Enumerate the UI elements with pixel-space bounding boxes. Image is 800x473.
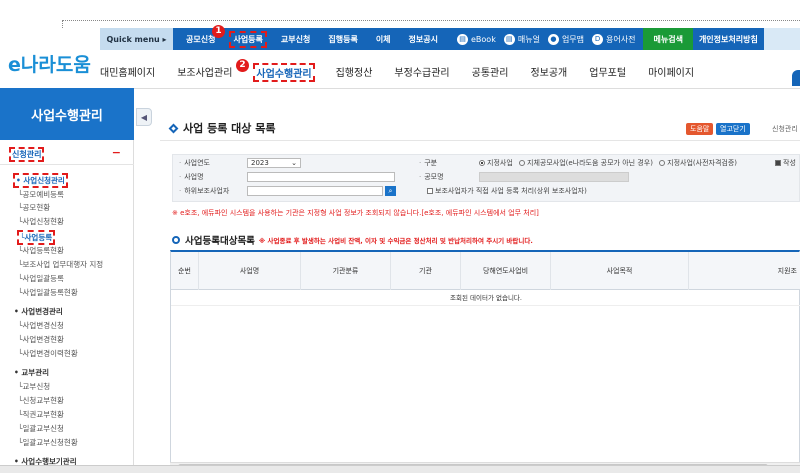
quick-link-transfer[interactable]: 이체 <box>376 34 391 45</box>
quick-link-disclosure[interactable]: 정보공시 <box>409 34 438 45</box>
privacy-policy-link[interactable]: 개인정보처리방침 <box>692 28 764 50</box>
system-notice: ※ e호조, 에듀파인 시스템을 사용하는 기관은 지정형 사업 정보가 조회되… <box>172 209 539 217</box>
step-badge-1: 1 <box>212 25 225 38</box>
toggle-button[interactable]: 열고닫기 <box>716 123 750 135</box>
nav-info-disclosure[interactable]: 정보공개 <box>530 64 567 81</box>
sidebar-item[interactable]: └사업변경신청 <box>18 320 64 331</box>
sidebar-group[interactable]: • 교부관리 <box>14 367 49 378</box>
write-checkbox[interactable]: 작성 <box>775 158 796 168</box>
quick-link-contest-apply[interactable]: 공모신청 <box>186 34 215 45</box>
manual-icon: ▤ <box>503 33 515 45</box>
page-title: 사업 등록 대상 목록 <box>168 120 275 136</box>
radio-designated[interactable]: 지정사업 <box>479 159 513 167</box>
nav-corner-tab[interactable] <box>792 70 800 86</box>
help-button[interactable]: 도움말 <box>686 123 714 135</box>
nav-subsidy-management[interactable]: 보조사업관리 <box>177 64 232 81</box>
diamond-icon <box>168 123 179 133</box>
breadcrumb: 신청관리 <box>772 125 798 133</box>
frame-line <box>62 20 800 21</box>
column-header[interactable]: 기관분류 <box>301 252 391 290</box>
empty-message: 조회된 데이터가 없습니다. <box>171 290 800 306</box>
chevron-down-icon: ⌄ <box>291 159 297 167</box>
nav-common-management[interactable]: 공통관리 <box>472 64 509 81</box>
sidebar-title: 사업수행관리 <box>0 88 134 140</box>
sidebar-collapse-button[interactable]: ◀ <box>136 108 152 126</box>
sidebar-item[interactable]: └사업일괄등록 <box>18 273 64 284</box>
sidebar-item[interactable]: └직권교부현황 <box>18 409 64 420</box>
sidebar-item[interactable]: └공모현황 <box>18 202 50 213</box>
contest-name-input <box>479 172 629 182</box>
dictionary-link[interactable]: D 용어사전 <box>592 33 635 45</box>
list-title: 사업등록대상목록 ※ 사업종료 후 발생하는 사업비 잔액, 이자 및 수익금은… <box>172 233 533 247</box>
sidebar-item[interactable]: └사업신청현황 <box>18 216 64 227</box>
sidebar-item[interactable]: └신청교부현황 <box>18 395 64 406</box>
column-header[interactable]: 당해연도사업비 <box>461 252 551 290</box>
quick-link-grant-apply[interactable]: 교부신청 <box>281 34 310 45</box>
radio-self-contest[interactable]: 지체공모사업(e나라도움 공모가 아닌 경우) <box>519 159 653 167</box>
column-header[interactable]: 사업목적 <box>551 252 689 290</box>
type-radio-group: 지정사업 지체공모사업(e나라도움 공모가 아닌 경우) 지정사업(사전자격검증… <box>479 158 737 168</box>
sidebar-item[interactable]: └사업일괄등록현황 <box>18 287 78 298</box>
manual-link[interactable]: ▤ 매뉴얼 <box>503 33 540 45</box>
ebook-link[interactable]: ▤ eBook <box>457 33 496 45</box>
column-header[interactable]: 순번 <box>171 252 199 290</box>
frame-line <box>62 20 63 28</box>
type-label: · 구분 <box>419 159 438 167</box>
radio-designated-precheck[interactable]: 지정사업(사전자격검증) <box>659 159 737 167</box>
sidebar-item[interactable]: └보조사업 업무대행자 지정 <box>18 259 103 270</box>
project-name-label: · 사업명 <box>179 173 204 181</box>
project-table: 순번 사업명 기관분류 기관 당해연도사업비 사업목적 지원조 조회된 데이터가… <box>170 250 800 465</box>
step-badge-2: 2 <box>236 59 249 72</box>
search-panel: · 사업연도 2023 ⌄ · 사업명 · 하위보조사업자 ⌕ · 구분 지정사업 지체공… <box>172 154 800 202</box>
sidebar-item[interactable]: └사업변경현황 <box>18 334 64 345</box>
sub-recipient-label: · 하위보조사업자 <box>179 187 230 195</box>
table-header: 순번 사업명 기관분류 기관 당해연도사업비 사업목적 지원조 <box>171 252 800 290</box>
quick-menu-toggle[interactable]: Quick menu ▸ <box>100 28 173 50</box>
sidebar-item[interactable]: └사업등록 <box>16 230 56 245</box>
quick-link-project-register[interactable]: 사업등록 <box>229 30 267 48</box>
map-icon: ● <box>547 33 559 45</box>
site-logo[interactable]: e나라도움 <box>8 50 91 77</box>
bottom-bar <box>0 465 800 473</box>
menu-search-button[interactable]: 메뉴검색 <box>643 28 693 50</box>
column-header[interactable]: 기관 <box>391 252 461 290</box>
quick-icons: ▤ eBook ▤ 매뉴얼 ● 업무맵 D 용어사전 <box>451 28 644 50</box>
sub-recipient-input[interactable] <box>247 186 383 196</box>
dictionary-icon: D <box>592 33 604 45</box>
column-header[interactable]: 사업명 <box>199 252 301 290</box>
contest-label: · 공모명 <box>419 173 444 181</box>
quick-link-execution-register[interactable]: 집행등록 <box>328 34 357 45</box>
year-select[interactable]: 2023 ⌄ <box>247 158 301 168</box>
column-header[interactable]: 지원조 <box>689 252 800 290</box>
sidebar-item[interactable]: └사업등록현황 <box>18 245 64 256</box>
sidebar-group[interactable]: • 사업변경관리 <box>14 306 63 317</box>
circle-icon <box>172 236 180 244</box>
project-name-input[interactable] <box>247 172 395 182</box>
list-warning: ※ 사업종료 후 발생하는 사업비 잔액, 이자 및 수익금은 정산처리 및 반… <box>258 237 533 245</box>
year-label: · 사업연도 <box>179 159 210 167</box>
sidebar-item[interactable]: └공모예비등록 <box>18 189 64 200</box>
nav-my-page[interactable]: 마이페이지 <box>648 64 694 81</box>
main-navigation: 대민홈페이지 보조사업관리 사업수행관리 집행정산 부정수급관리 공통관리 정보… <box>100 63 716 82</box>
sidebar-divider <box>0 164 134 165</box>
nav-public-home[interactable]: 대민홈페이지 <box>100 64 155 81</box>
nav-fraud-management[interactable]: 부정수급관리 <box>394 64 449 81</box>
direct-register-checkbox[interactable]: 보조사업자가 직접 사업 등록 처리(상위 보조사업자) <box>427 186 587 196</box>
nav-execution-settlement[interactable]: 집행정산 <box>336 64 373 81</box>
collapse-minus-icon[interactable]: − <box>112 146 121 159</box>
sidebar-item[interactable]: └교부신청 <box>18 381 50 392</box>
content-divider <box>160 140 800 141</box>
sidebar-group[interactable]: • 사업신청관리 <box>13 173 68 188</box>
search-icon[interactable]: ⌕ <box>385 186 396 196</box>
book-icon: ▤ <box>457 33 468 45</box>
nav-project-execution[interactable]: 사업수행관리 <box>253 63 315 82</box>
nav-work-portal[interactable]: 업무포털 <box>589 64 626 81</box>
sidebar-item[interactable]: └일괄교부신청 <box>18 423 64 434</box>
sidebar-item[interactable]: └사업변경이력현황 <box>18 348 78 359</box>
workmap-link[interactable]: ● 업무맵 <box>547 33 584 45</box>
sidebar-item[interactable]: └일괄교부신청현황 <box>18 437 78 448</box>
quick-menu-bar: Quick menu ▸ 공모신청 사업등록 교부신청 집행등록 이체 정보공시… <box>100 28 800 50</box>
main-content: 사업 등록 대상 목록 도움말 열고닫기 신청관리 · 사업연도 2023 ⌄ · 사… <box>160 88 800 473</box>
sidebar-category-apply[interactable]: 신청관리 <box>8 147 45 162</box>
